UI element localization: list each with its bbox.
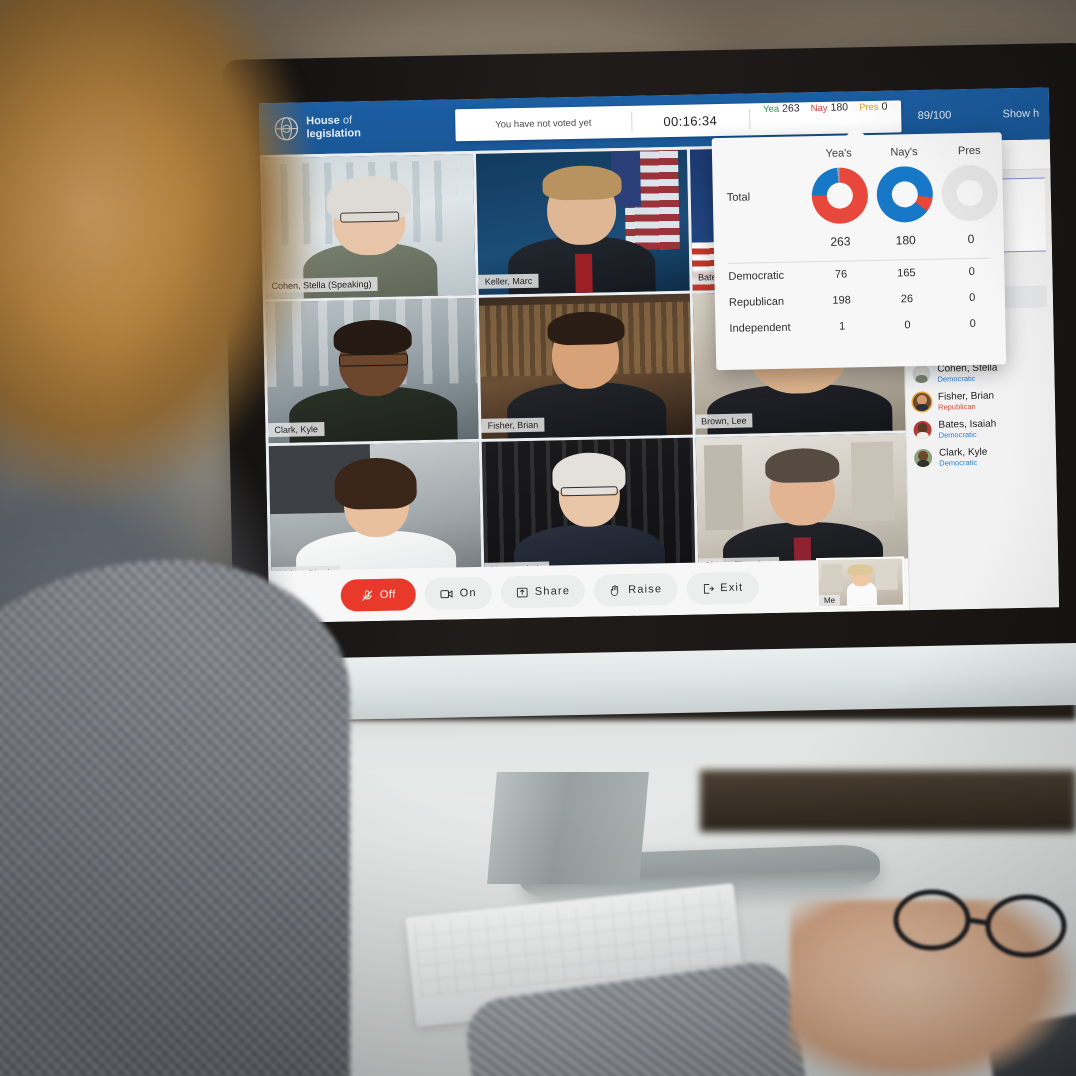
vote-breakdown-popover: Yea's Nay's Pres Total 263 180 0 Democra… xyxy=(711,132,1007,371)
nays-donut-chart xyxy=(865,155,945,234)
republican-nays: 26 xyxy=(900,293,914,306)
attendance-count: 89/100 xyxy=(917,109,952,123)
avatar xyxy=(912,364,931,384)
tally-pres-label: Pres xyxy=(858,101,879,114)
total-row-label: Total xyxy=(726,191,751,204)
party-label-republican: Republican xyxy=(728,295,785,309)
self-view-thumbnail[interactable]: Me xyxy=(816,556,906,609)
independent-yeas: 1 xyxy=(838,320,846,333)
party-label-independent: Independent xyxy=(729,321,791,335)
tile-name-label: Fisher, Brian xyxy=(481,417,545,433)
raise-hand-icon xyxy=(611,584,619,596)
vote-status-text: You have not voted yet xyxy=(495,117,592,131)
independent-nays: 0 xyxy=(904,319,911,332)
eyeglasses xyxy=(893,889,1067,958)
participant-name: Fisher, Brian xyxy=(937,390,995,403)
democratic-pres: 0 xyxy=(968,265,975,279)
show-hands-link[interactable]: Show h xyxy=(1002,107,1049,121)
nays-donut-wrap xyxy=(865,155,945,234)
tile-name-label: Brown, Lee xyxy=(694,412,753,429)
exit-icon xyxy=(703,583,714,594)
list-item[interactable]: Fisher, Brian Republican xyxy=(912,385,1056,416)
tally-yea-value: 263 xyxy=(782,102,800,115)
video-tile-keller-marc[interactable]: Keller, Marc xyxy=(476,149,690,295)
camera-toggle-button[interactable]: On xyxy=(424,576,493,611)
participant-name: Clark, Kyle xyxy=(938,446,988,459)
exit-label: Exit xyxy=(720,581,744,595)
yeas-donut-chart xyxy=(810,167,869,225)
tally-nay-value: 180 xyxy=(830,101,849,114)
share-button[interactable]: Share xyxy=(500,574,586,609)
avatar xyxy=(913,448,933,468)
tile-name-label: Keller, Marc xyxy=(478,273,539,289)
party-label-democratic: Democratic xyxy=(728,269,785,283)
column-header-yeas: Yea's xyxy=(825,147,852,160)
participant-name: Bates, Isaiah xyxy=(938,418,997,431)
avatar xyxy=(913,420,932,440)
desk-shadow-gap-right xyxy=(700,770,1076,832)
pres-donut-chart xyxy=(941,164,999,222)
tally-nay: Nay 180 xyxy=(811,101,849,114)
tally-pres-value: 0 xyxy=(881,100,888,113)
subject-hair xyxy=(541,165,623,201)
share-label: Share xyxy=(534,585,571,598)
camera-toggle-label: On xyxy=(459,586,477,600)
democratic-yeas: 76 xyxy=(834,268,848,281)
column-header-pres: Pres xyxy=(957,144,981,158)
monitor-stand-neck xyxy=(487,772,649,884)
total-nays-value: 180 xyxy=(895,233,916,248)
republican-yeas: 198 xyxy=(832,294,851,307)
democratic-nays: 165 xyxy=(897,267,916,280)
tally-yea: Yea 263 xyxy=(763,102,800,115)
avatar xyxy=(912,392,932,412)
popover-corner-spacer xyxy=(712,136,807,168)
video-tile-may-lucinda[interactable]: May, Lucinda xyxy=(482,437,696,583)
vote-tally[interactable]: Yea 263 Nay 180 Pres 0 xyxy=(749,100,902,135)
republican-pres: 0 xyxy=(969,291,976,305)
mic-toggle-label: Off xyxy=(379,588,396,601)
exit-button[interactable]: Exit xyxy=(685,571,759,605)
column-header-nays: Nay's xyxy=(890,146,918,159)
camera-icon xyxy=(440,589,453,598)
pres-donut-wrap xyxy=(937,162,1004,223)
independent-pres: 0 xyxy=(969,317,976,331)
self-view-label: Me xyxy=(818,594,841,607)
session-timer: 00:16:34 xyxy=(631,103,750,137)
participant-party: Democratic xyxy=(937,373,976,384)
share-icon xyxy=(516,587,528,597)
raise-hand-label: Raise xyxy=(628,583,663,596)
legislation-app: House of legislation You have not voted … xyxy=(258,87,1060,624)
subject-hair xyxy=(764,447,840,483)
total-spacer xyxy=(713,226,808,263)
total-yeas-value: 263 xyxy=(830,234,851,249)
tally-yea-label: Yea xyxy=(762,103,780,116)
participant-party: Democratic xyxy=(938,429,977,440)
yeas-donut-wrap xyxy=(806,165,873,226)
tally-pres: Pres 0 xyxy=(859,101,888,114)
list-item[interactable]: Clark, Kyle Democratic xyxy=(913,441,1057,472)
participant-party: Republican xyxy=(938,401,976,412)
list-item[interactable]: Bates, Isaiah Democratic xyxy=(913,413,1056,444)
raise-hand-button[interactable]: Raise xyxy=(593,572,678,607)
vote-breakdown-grid: Yea's Nay's Pres Total 263 180 0 Democra… xyxy=(712,132,1006,342)
subject-hair xyxy=(546,310,626,346)
participant-party: Democratic xyxy=(939,457,978,468)
photo-scene: House of legislation You have not voted … xyxy=(0,0,1076,1076)
video-tile-fisher-brian[interactable]: Fisher, Brian xyxy=(479,293,693,439)
monitor-screen: House of legislation You have not voted … xyxy=(258,87,1060,624)
tally-nay-label: Nay xyxy=(810,102,828,115)
person-knit-sweater xyxy=(0,560,350,1076)
total-pres-value: 0 xyxy=(967,231,975,247)
